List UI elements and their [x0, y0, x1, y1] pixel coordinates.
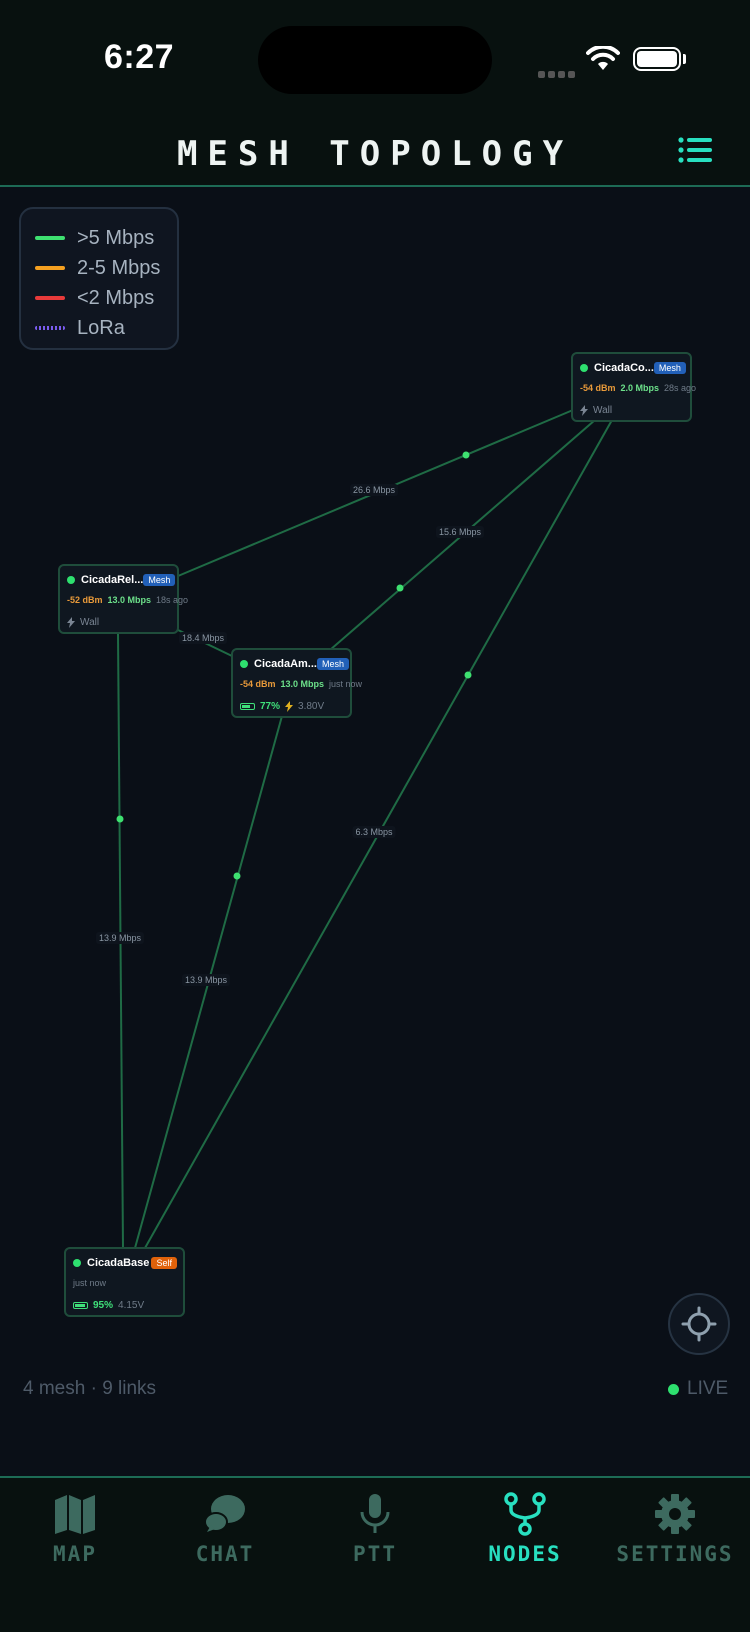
online-dot [67, 576, 75, 584]
tab-map[interactable]: MAP [0, 1492, 150, 1566]
last-seen: 18s ago [156, 595, 189, 605]
node-name: CicadaAm... [254, 658, 317, 670]
microphone-icon [360, 1494, 390, 1533]
dynamic-island [258, 26, 492, 94]
power-source: Wall [593, 405, 613, 416]
lightning-icon [285, 701, 294, 712]
tab-label: NODES [488, 1542, 562, 1566]
link-dot [116, 815, 124, 823]
rssi: -54 dBm [580, 383, 616, 393]
battery-icon [633, 47, 681, 71]
clock: 6:27 [104, 38, 175, 76]
node-name: CicadaCo... [594, 362, 654, 374]
online-dot [73, 1259, 81, 1267]
link-label: 13.9 Mbps [181, 974, 231, 986]
live-dot [668, 1383, 679, 1395]
mesh-badge: Mesh [653, 362, 686, 374]
self-badge: Self [151, 1257, 177, 1269]
legend-swatch [35, 326, 65, 330]
battery-level-fill [242, 705, 251, 708]
link-rate: 2.0 Mbps [620, 383, 660, 393]
legend-swatch [35, 296, 65, 300]
last-seen: just now [73, 1278, 107, 1288]
tab-label: SETTINGS [616, 1542, 734, 1566]
legend-swatch [35, 236, 65, 240]
lightning-icon [580, 405, 588, 416]
mesh-badge: Mesh [143, 574, 176, 586]
online-dot [240, 660, 248, 668]
tab-bar: MAP CHAT PTT NODES SETTINGS [0, 1476, 750, 1632]
rssi: -52 dBm [67, 595, 103, 605]
last-seen: just now [329, 679, 363, 689]
power-source: Wall [80, 617, 100, 628]
node-name: CicadaBase [87, 1257, 150, 1269]
link-rate: 13.0 Mbps [107, 595, 152, 605]
tab-label: CHAT [195, 1542, 255, 1566]
battery-level-icon [73, 1302, 88, 1309]
voltage: 3.80V [298, 701, 325, 712]
recenter-button[interactable] [668, 1293, 730, 1355]
link-rate: 13.0 Mbps [280, 679, 325, 689]
node-card-cicada-rel[interactable]: CicadaRel... Mesh -52 dBm 13.0 Mbps 18s ag… [58, 564, 188, 634]
nodes-icon [504, 1492, 546, 1536]
mesh-badge: Mesh [316, 658, 349, 670]
mesh-summary: 4 mesh · 9 links [23, 1378, 157, 1399]
battery-level-icon [240, 703, 255, 710]
live-indicator: LIVE [668, 1378, 728, 1400]
legend-label: LoRa [77, 316, 125, 339]
wifi-icon [586, 46, 620, 70]
tab-label: PTT [353, 1542, 397, 1566]
link-label: 15.6 Mbps [435, 526, 485, 538]
battery-percent: 95% [93, 1300, 114, 1311]
link-label: 26.6 Mbps [349, 484, 399, 496]
battery-percent: 77% [260, 701, 281, 712]
link-dot [233, 872, 241, 880]
header: MESH TOPOLOGY [0, 110, 750, 187]
legend-item: <2 Mbps [35, 283, 177, 313]
tab-settings[interactable]: SETTINGS [600, 1492, 750, 1566]
list-menu-icon[interactable] [678, 137, 712, 163]
legend-label: 2-5 Mbps [77, 256, 161, 279]
lightning-icon [67, 617, 75, 628]
link-dot [462, 451, 470, 459]
tab-nodes[interactable]: NODES [450, 1492, 600, 1566]
link-label: 13.9 Mbps [95, 932, 145, 944]
legend-item: >5 Mbps [35, 223, 177, 253]
crosshair-icon [681, 1306, 717, 1342]
legend-item: LoRa [35, 313, 177, 343]
last-seen: 28s ago [664, 383, 697, 393]
node-card-cicada-base[interactable]: CicadaBase Self just now 95% 4.15V [64, 1247, 185, 1317]
online-dot [580, 364, 588, 372]
link-dot [396, 584, 404, 592]
map-icon [55, 1495, 95, 1534]
status-bar: 6:27 [0, 0, 750, 110]
link-label: 18.4 Mbps [178, 632, 228, 644]
chat-icon [204, 1495, 245, 1532]
node-card-cicada-co[interactable]: CicadaCo... Mesh -54 dBm 2.0 Mbps 28s ago … [571, 352, 696, 422]
node-card-cicada-am[interactable]: CicadaAm... Mesh -54 dBm 13.0 Mbps just no… [231, 648, 362, 718]
legend-label: <2 Mbps [77, 286, 155, 309]
link-dot [464, 671, 472, 679]
battery-cap [683, 54, 686, 64]
tab-ptt[interactable]: PTT [300, 1492, 450, 1566]
battery-level-fill [75, 1304, 86, 1307]
legend-swatch [35, 266, 65, 270]
link-label: 6.3 Mbps [352, 826, 396, 838]
tab-chat[interactable]: CHAT [150, 1492, 300, 1566]
page-title: MESH TOPOLOGY [176, 134, 574, 174]
node-name: CicadaRel... [81, 574, 144, 586]
cellular-signal-icon [538, 65, 578, 83]
gear-icon [655, 1494, 695, 1534]
live-label: LIVE [687, 1378, 729, 1399]
legend: >5 Mbps 2-5 Mbps <2 Mbps LoRa [19, 207, 179, 350]
legend-label: >5 Mbps [77, 226, 155, 249]
voltage: 4.15V [118, 1300, 145, 1311]
legend-item: 2-5 Mbps [35, 253, 177, 283]
tab-label: MAP [53, 1542, 97, 1566]
rssi: -54 dBm [240, 679, 276, 689]
